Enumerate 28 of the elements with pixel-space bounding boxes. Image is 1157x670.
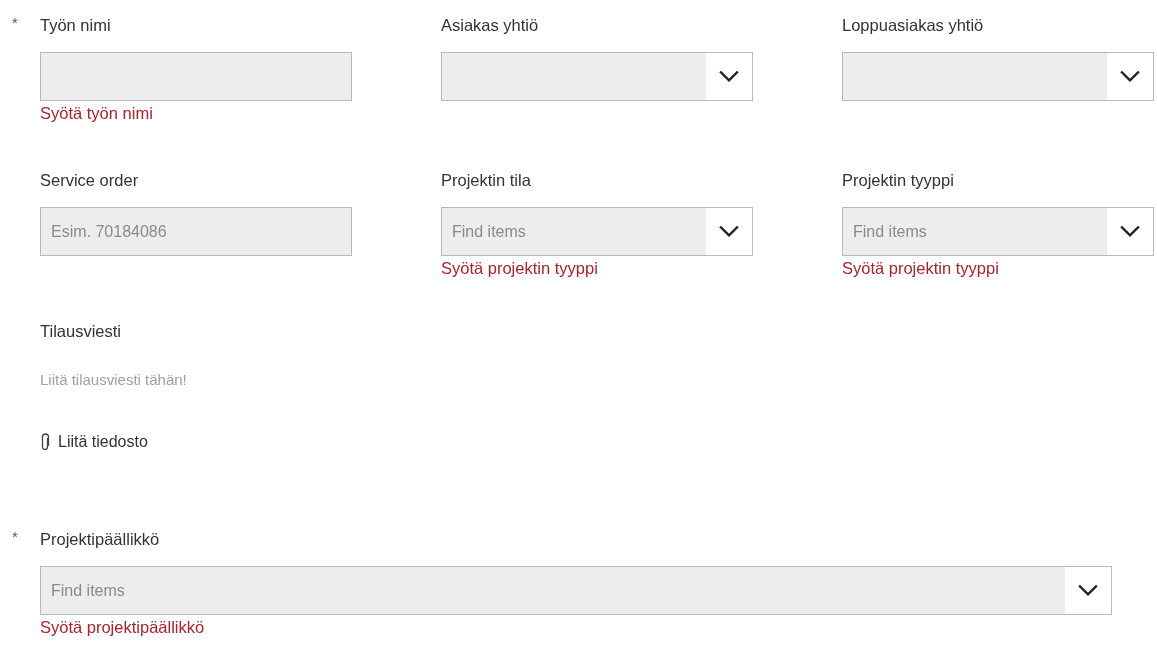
text-input-field[interactable]: Esim. 70184086 [40, 207, 352, 256]
chevron-down-icon [1065, 567, 1111, 614]
dropdown-field[interactable]: Find items [40, 566, 1112, 615]
dropdown-field[interactable]: Find items [842, 207, 1154, 256]
paperclip-icon [40, 433, 50, 451]
dropdown-field[interactable] [441, 52, 753, 101]
attach-file-button[interactable]: Liitä tiedosto [40, 433, 148, 451]
error-message: Syötä projektipäällikkö [40, 618, 206, 637]
error-message: Syötä projektin tyyppi [441, 259, 599, 278]
field-label: Työn nimi [40, 15, 111, 35]
chevron-down-icon [706, 208, 752, 255]
field-label: Projektin tyyppi [842, 170, 954, 190]
field-label: Service order [40, 170, 139, 190]
error-message: Syötä projektin tyyppi [842, 259, 1000, 278]
chevron-down-icon [1107, 208, 1153, 255]
required-asterisk: * [12, 14, 18, 31]
field-label: Projektipäällikkö [40, 529, 160, 549]
text-input-field[interactable] [40, 52, 352, 101]
dropdown-field[interactable]: Find items [441, 207, 753, 256]
required-asterisk: * [12, 528, 18, 545]
field-label: Asiakas yhtiö [441, 15, 539, 35]
dropdown-field[interactable] [842, 52, 1154, 101]
error-message: Syötä työn nimi [40, 104, 154, 123]
chevron-down-icon [1107, 53, 1153, 100]
field-label: Loppuasiakas yhtiö [842, 15, 984, 35]
field-label: Projektin tila [441, 170, 531, 190]
chevron-down-icon [706, 53, 752, 100]
field-label: Tilausviesti [40, 322, 121, 341]
